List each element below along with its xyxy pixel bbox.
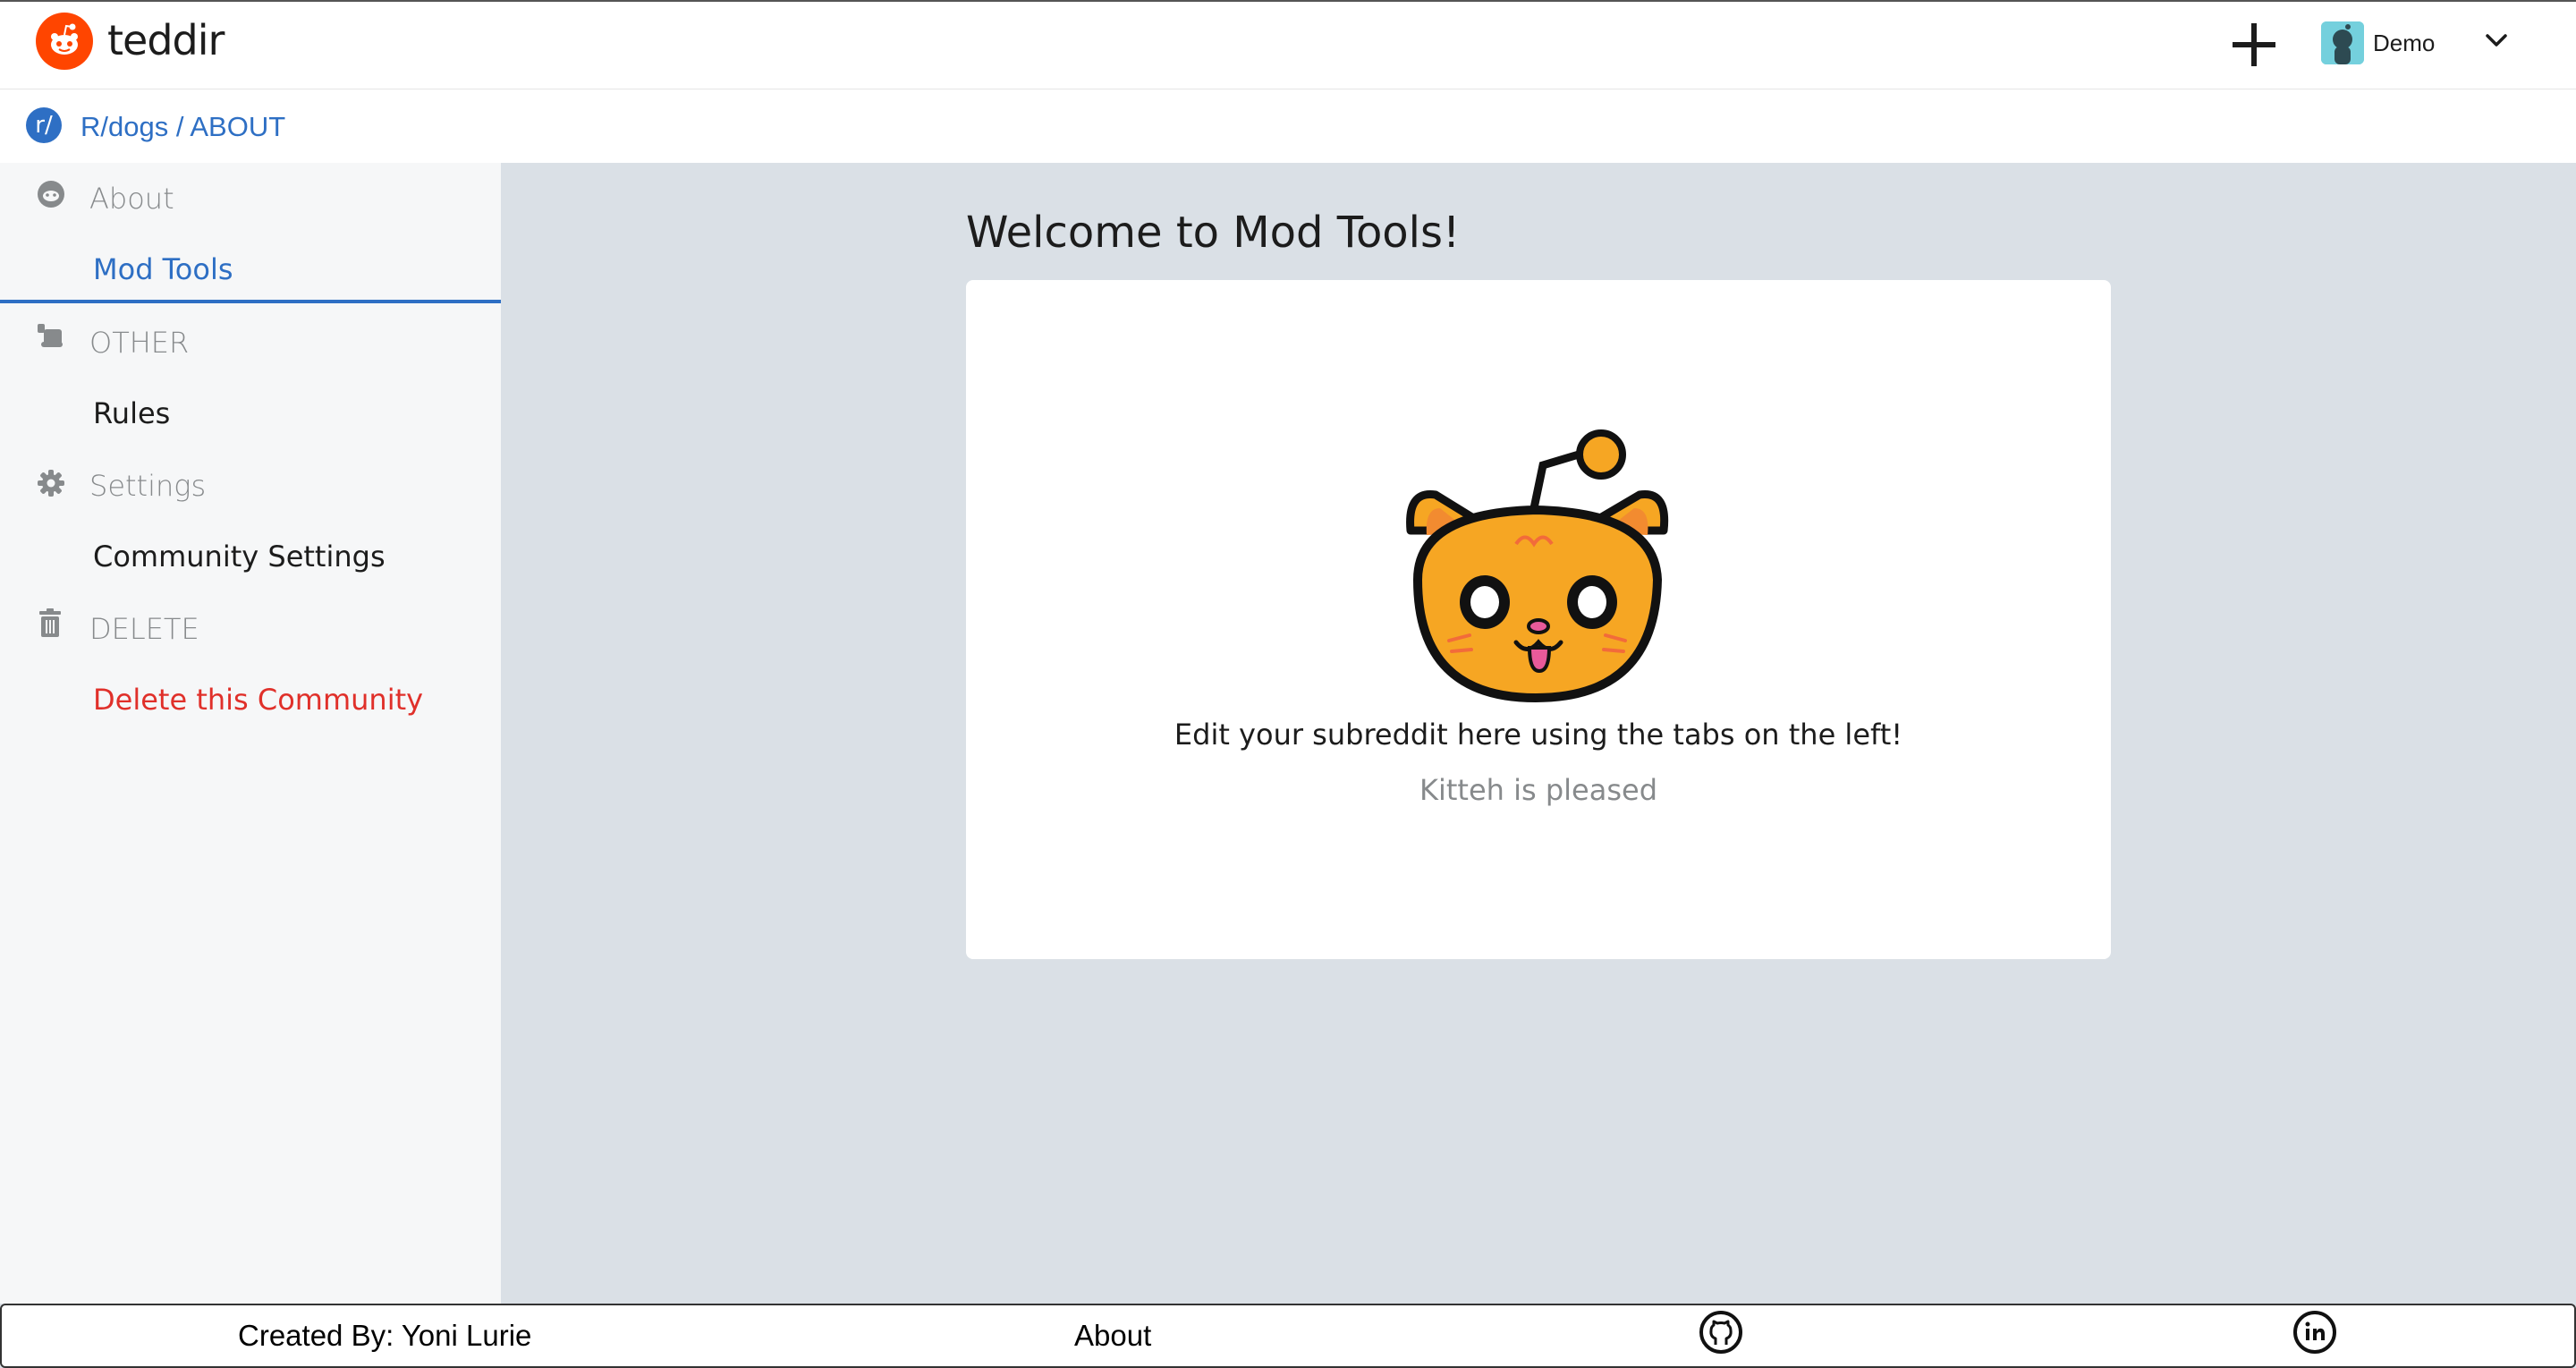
footer-about-link[interactable]: About	[1074, 1319, 1151, 1353]
reddit-face-icon	[38, 181, 64, 208]
sidebar-section-delete: DELETE	[89, 612, 199, 646]
subreddit-icon: r/	[26, 107, 62, 143]
alien-icon	[51, 23, 78, 55]
welcome-caption: Kitteh is pleased	[1419, 773, 1657, 807]
linkedin-icon[interactable]	[2292, 1309, 2338, 1355]
user-name: Demo	[2373, 29, 2436, 56]
active-tab-indicator	[0, 300, 501, 303]
sidebar	[0, 163, 501, 1304]
kitteh-cat-icon	[1406, 429, 1669, 703]
sidebar-item-community-settings[interactable]: Community Settings	[93, 540, 386, 574]
top-header	[0, 0, 2576, 89]
trash-icon	[39, 608, 61, 637]
avatar	[2321, 21, 2364, 64]
breadcrumb-bar	[0, 89, 2576, 163]
user-menu[interactable]: Demo	[2321, 18, 2435, 68]
page-title: Welcome to Mod Tools!	[966, 208, 1461, 258]
footer-credit[interactable]: Created By: Yoni Lurie	[238, 1319, 531, 1353]
github-icon[interactable]	[1698, 1309, 1744, 1355]
brand-name[interactable]: teddir	[107, 16, 225, 64]
reddit-logo-icon[interactable]	[36, 13, 93, 70]
sidebar-item-delete-community[interactable]: Delete this Community	[93, 683, 423, 717]
sidebar-section-about: About	[89, 182, 174, 216]
breadcrumb[interactable]: R/dogs / ABOUT	[80, 111, 285, 143]
chevron-down-icon[interactable]	[2483, 27, 2510, 54]
sidebar-item-rules[interactable]: Rules	[93, 396, 170, 430]
sidebar-item-mod-tools[interactable]: Mod Tools	[93, 252, 233, 286]
create-post-plus-icon[interactable]	[2227, 18, 2281, 72]
snoo-avatar-icon	[2321, 21, 2364, 64]
gear-icon	[38, 470, 64, 497]
sidebar-section-other: OTHER	[89, 326, 190, 360]
welcome-message: Edit your subreddit here using the tabs …	[1174, 718, 1903, 752]
scroll-icon	[38, 324, 63, 347]
sidebar-section-settings: Settings	[89, 469, 207, 503]
